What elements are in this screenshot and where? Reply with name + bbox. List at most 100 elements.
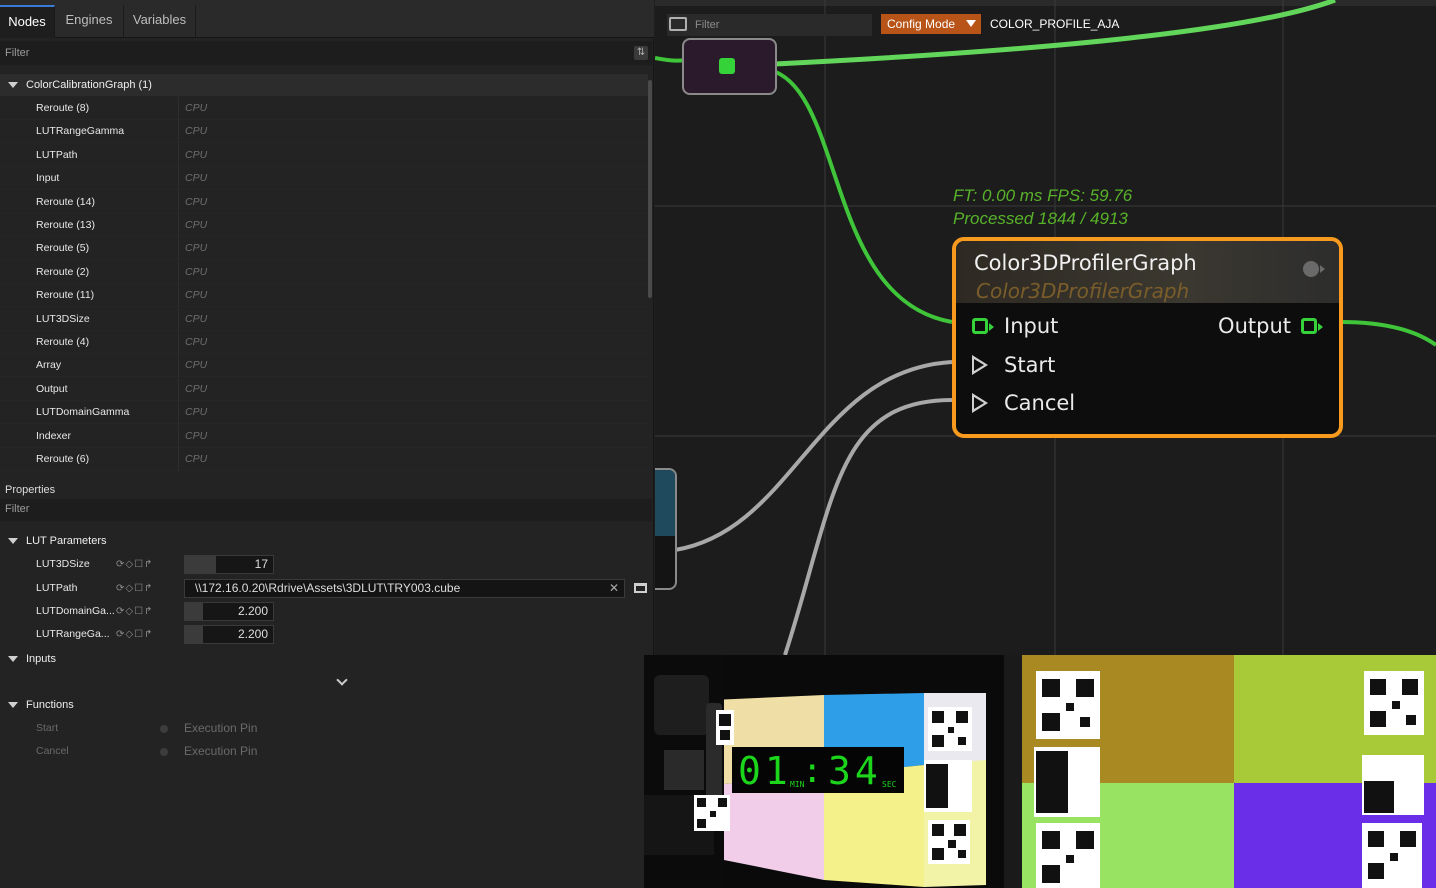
functions-section[interactable]: Functions	[0, 694, 652, 716]
camera-feed-studio: 01 : 34 MIN SEC	[644, 655, 1004, 888]
tab-variables[interactable]: Variables	[124, 5, 196, 38]
pin-dot-icon	[160, 725, 168, 733]
tree-node-name: Reroute (6)	[36, 453, 90, 465]
output-pin-icon[interactable]	[1301, 318, 1323, 334]
tree-node-name: LUT3DSize	[36, 312, 90, 325]
timer-separator: :	[802, 751, 823, 791]
tree-node-engine: CPU	[185, 453, 208, 465]
tree-node-row[interactable]: LUTPath CPU	[0, 143, 648, 167]
timer-seconds: 34	[828, 749, 882, 793]
cancel-exec-pin-icon[interactable]	[972, 393, 988, 413]
input-pin-label: Input	[1004, 314, 1059, 338]
qr-marker	[716, 710, 734, 745]
tree-scrollbar[interactable]	[648, 80, 652, 298]
tree-node-row[interactable]: Reroute (4) CPU	[0, 331, 648, 354]
tree-node-row[interactable]: Reroute (2) CPU	[0, 260, 648, 284]
tree-node-row[interactable]: LUTRangeGamma CPU	[0, 120, 648, 144]
qr-marker	[1036, 823, 1100, 888]
tab-engines[interactable]: Engines	[55, 5, 124, 38]
node-header[interactable]: Color3DProfilerGraph Color3DProfilerGrap…	[956, 241, 1339, 303]
expand-chevron-icon[interactable]	[336, 674, 348, 686]
column-divider	[178, 307, 179, 331]
inputs-section[interactable]: Inputs	[0, 648, 652, 670]
tree-node-row[interactable]: LUT3DSize CPU	[0, 307, 648, 331]
tree-node-row[interactable]: Reroute (5) CPU	[0, 237, 648, 261]
prop-options-icons[interactable]: ⟳◇☐↱	[116, 577, 153, 600]
function-start[interactable]: Start Execution Pin	[0, 717, 652, 740]
tree-node-row[interactable]: LUTDomainGamma CPU	[0, 401, 648, 425]
frame-icon[interactable]	[669, 17, 687, 31]
tree-root-row[interactable]: ColorCalibrationGraph (1)	[0, 74, 648, 96]
prop-lut3dsize: LUT3DSize ⟳◇☐↱ 17	[0, 553, 652, 576]
chevron-down-icon[interactable]	[8, 701, 18, 708]
prop-options-icons[interactable]: ⟳◇☐↱	[116, 623, 153, 646]
tree-node-row[interactable]: Reroute (6) CPU	[0, 448, 648, 471]
clear-icon[interactable]: ✕	[609, 580, 619, 597]
properties-filter-placeholder: Filter	[5, 503, 30, 515]
node-title: Color3DProfilerGraph	[974, 251, 1197, 275]
dropdown-arrow-icon	[966, 20, 976, 27]
chevron-down-icon[interactable]	[8, 537, 18, 544]
lut3dsize-field[interactable]: 17	[184, 555, 274, 574]
tree-node-name: Reroute (8)	[36, 102, 90, 114]
column-divider	[178, 214, 179, 237]
chevron-down-icon[interactable]	[8, 655, 18, 662]
node-status-icon[interactable]	[1303, 261, 1325, 277]
function-type: Execution Pin	[184, 744, 258, 758]
tree-node-row[interactable]: Reroute (14) CPU	[0, 190, 648, 214]
timer-sec-unit: SEC	[882, 780, 897, 789]
column-divider	[178, 424, 179, 448]
start-pin-label: Start	[1004, 353, 1056, 377]
column-divider	[178, 331, 179, 354]
node-graph-canvas[interactable]: Filter Config Mode COLOR_PROFILE_AJA FT:…	[655, 0, 1436, 655]
prop-options-icons[interactable]: ⟳◇☐↱	[116, 553, 153, 576]
lut-parameters-section[interactable]: LUT Parameters	[0, 530, 652, 552]
tree-node-row[interactable]: Indexer CPU	[0, 424, 648, 448]
tab-nodes[interactable]: Nodes	[0, 5, 55, 38]
countdown-timer: 01 : 34 MIN SEC	[732, 747, 904, 793]
lutpath-value: \\172.16.0.20\Rdrive\Assets\3DLUT\TRY003…	[195, 581, 461, 595]
column-divider	[178, 354, 179, 378]
tree-node-row[interactable]: Input CPU	[0, 167, 648, 191]
calibration-marker	[924, 760, 972, 812]
pin-row-cancel: Cancel	[956, 388, 1339, 418]
tree-node-row[interactable]: Reroute (8) CPU	[0, 97, 648, 120]
tree-node-row[interactable]: Reroute (11) CPU	[0, 284, 648, 308]
column-divider	[178, 120, 179, 144]
value-fill	[185, 603, 203, 620]
properties-filter-input[interactable]: Filter	[0, 499, 652, 521]
lut3dsize-value: 17	[254, 557, 268, 571]
prop-options-icons[interactable]: ⟳◇☐↱	[116, 600, 153, 623]
lutdomaingamma-field[interactable]: 2.200	[184, 602, 274, 621]
tree-root-label: ColorCalibrationGraph (1)	[26, 79, 152, 91]
column-divider	[178, 97, 179, 120]
column-divider	[178, 377, 179, 401]
function-type: Execution Pin	[184, 721, 258, 735]
tree-node-row[interactable]: Array CPU	[0, 354, 648, 378]
graph-filter-input[interactable]: Filter	[667, 14, 872, 36]
profile-name: COLOR_PROFILE_AJA	[990, 17, 1120, 31]
tree-node-row[interactable]: Output CPU	[0, 377, 648, 401]
camera-feed-closeup	[1022, 655, 1436, 888]
qr-marker	[1362, 823, 1422, 888]
sort-icon[interactable]: ⇅	[634, 46, 648, 60]
exec-pin-icon[interactable]	[719, 58, 735, 74]
start-exec-pin-icon[interactable]	[972, 355, 988, 375]
chevron-down-icon[interactable]	[8, 81, 18, 88]
tree-node-name: Input	[36, 172, 60, 185]
prop-lutrangegamma-label: LUTRangeGa...	[36, 628, 110, 640]
lutpath-field[interactable]: \\172.16.0.20\Rdrive\Assets\3DLUT\TRY003…	[184, 579, 625, 598]
config-mode-dropdown[interactable]: Config Mode	[881, 14, 981, 34]
input-pin-icon[interactable]	[972, 318, 994, 334]
function-cancel[interactable]: Cancel Execution Pin	[0, 740, 652, 763]
feed-divider	[1004, 655, 1022, 888]
reroute-node[interactable]	[682, 38, 777, 95]
nodes-filter-input[interactable]: Filter ⇅	[0, 41, 652, 65]
folder-icon[interactable]	[634, 583, 647, 593]
tree-node-engine: CPU	[185, 148, 208, 161]
tree-node-row[interactable]: Reroute (13) CPU	[0, 214, 648, 237]
lutrangegamma-field[interactable]: 2.200	[184, 625, 274, 644]
color3d-profiler-node[interactable]: Color3DProfilerGraph Color3DProfilerGrap…	[952, 237, 1343, 438]
offscreen-node[interactable]	[655, 468, 677, 590]
stats-overlay: FT: 0.00 ms FPS: 59.76 Processed 1844 / …	[953, 184, 1132, 230]
